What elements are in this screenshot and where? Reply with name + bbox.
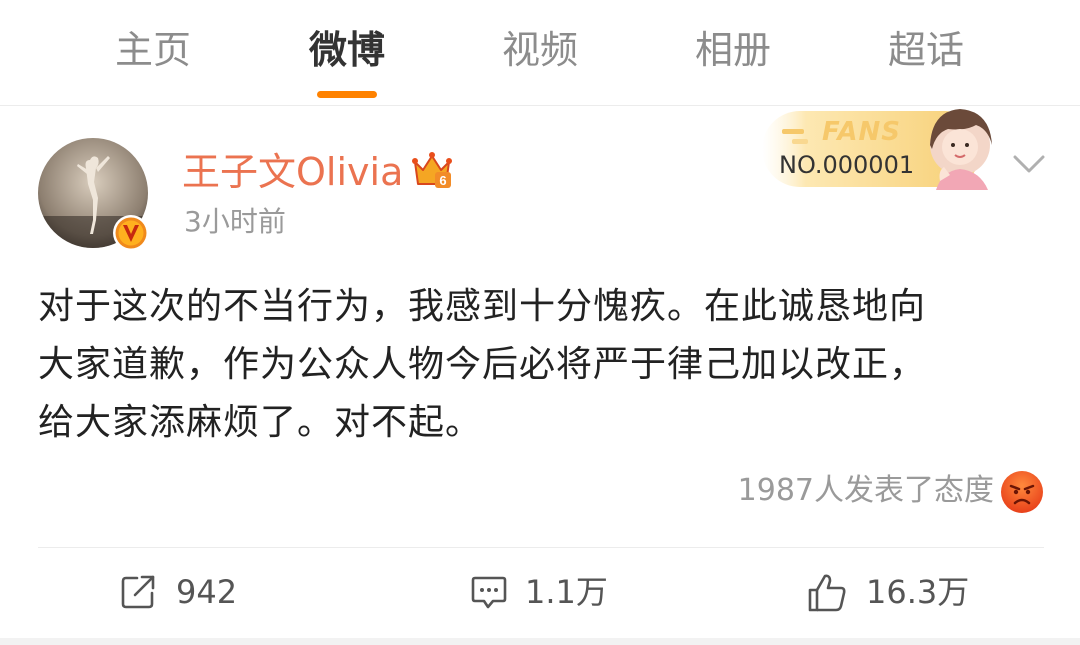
tab-super-topic[interactable]: 超话 xyxy=(856,26,996,74)
post-text-line: 大家道歉，作为公众人物今后必将严于律己加以改正， xyxy=(38,344,927,385)
comment-icon xyxy=(471,576,507,609)
verified-v-icon xyxy=(113,215,149,251)
feed-separator xyxy=(0,638,1080,645)
tab-video[interactable]: 视频 xyxy=(470,26,610,74)
repost-icon xyxy=(121,575,155,609)
repost-count: 942 xyxy=(176,573,238,611)
like-button[interactable]: 16.3万 xyxy=(806,568,976,616)
reaction-summary[interactable]: 1987人发表了态度 xyxy=(738,471,994,511)
like-thumb-icon xyxy=(808,574,846,612)
tab-home[interactable]: 主页 xyxy=(83,26,223,74)
like-count: 16.3万 xyxy=(866,573,970,611)
crown-icon[interactable]: 6 xyxy=(411,150,453,192)
fans-label: FANS xyxy=(822,117,902,147)
active-tab-indicator xyxy=(317,91,377,98)
post-timestamp: 3小时前 xyxy=(184,205,286,238)
crown-level: 6 xyxy=(439,173,446,188)
repost-button[interactable]: 942 xyxy=(118,568,258,616)
tab-weibo[interactable]: 微博 xyxy=(277,26,417,74)
avatar[interactable] xyxy=(38,138,149,251)
divider xyxy=(38,547,1044,548)
comment-count: 1.1万 xyxy=(525,573,608,611)
weibo-profile-page: 主页 微博 视频 相册 超话 王子文Olivia 6 3小时前 FANS NO.… xyxy=(0,0,1080,645)
comment-button[interactable]: 1.1万 xyxy=(469,568,619,616)
angry-face-icon[interactable] xyxy=(1000,470,1044,514)
post-text-line: 给大家添麻烦了。对不起。 xyxy=(38,402,483,443)
post-text: 对于这次的不当行为，我感到十分愧疚。在此诚恳地向 大家道歉，作为公众人物今后必将… xyxy=(38,278,1048,452)
author-name[interactable]: 王子文Olivia xyxy=(182,147,403,197)
chevron-down-icon[interactable] xyxy=(1011,150,1047,178)
fans-number: NO.000001 xyxy=(779,151,915,179)
profile-tab-bar: 主页 微博 视频 相册 超话 xyxy=(0,0,1080,106)
tab-album[interactable]: 相册 xyxy=(663,26,803,74)
post-text-line: 对于这次的不当行为，我感到十分愧疚。在此诚恳地向 xyxy=(38,286,927,327)
